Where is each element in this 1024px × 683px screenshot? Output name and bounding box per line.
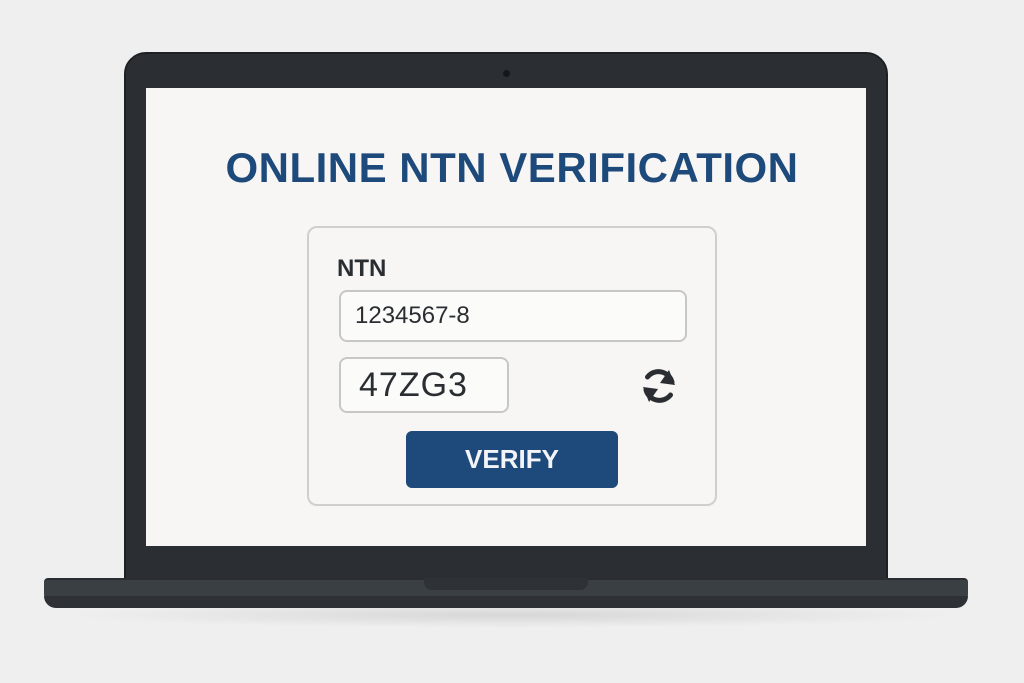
webcam bbox=[503, 70, 510, 77]
laptop-hinge-notch bbox=[424, 578, 588, 590]
laptop-base-lip bbox=[44, 596, 968, 608]
scene: ONLINE NTN VERIFICATION NTN 47ZG3 VERIFY bbox=[0, 0, 1024, 683]
refresh-captcha-button[interactable] bbox=[636, 363, 682, 409]
ntn-label: NTN bbox=[337, 255, 387, 282]
verify-button[interactable]: VERIFY bbox=[406, 431, 618, 488]
captcha-image: 47ZG3 bbox=[339, 357, 509, 413]
ntn-input[interactable] bbox=[339, 290, 687, 342]
page-title: ONLINE NTN VERIFICATION bbox=[225, 144, 799, 191]
refresh-icon bbox=[643, 369, 675, 403]
